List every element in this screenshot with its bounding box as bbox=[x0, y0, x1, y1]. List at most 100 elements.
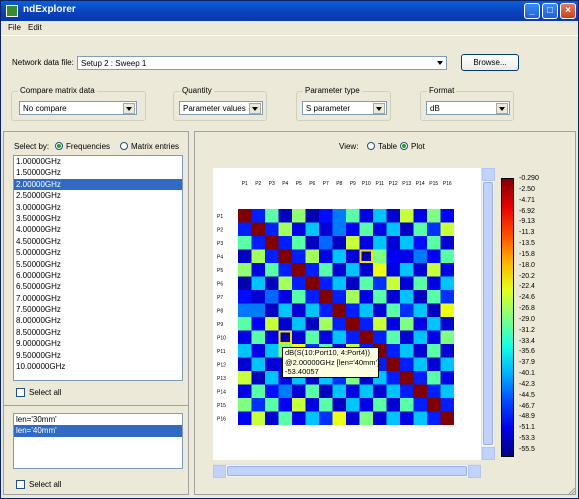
heatmap-cell[interactable] bbox=[238, 249, 252, 264]
frequency-list-item[interactable]: 4.50000GHz bbox=[14, 236, 182, 247]
frequency-list-item[interactable]: 6.00000GHz bbox=[14, 270, 182, 281]
heatmap-cell[interactable] bbox=[238, 209, 252, 223]
heatmap-cell[interactable] bbox=[400, 236, 414, 250]
heatmap-cell[interactable] bbox=[440, 303, 455, 318]
heatmap-cell[interactable] bbox=[238, 263, 252, 277]
heatmap-cell[interactable] bbox=[413, 209, 428, 223]
heatmap-cell[interactable] bbox=[427, 344, 441, 358]
heatmap-cell[interactable] bbox=[413, 303, 428, 318]
variation-list-item[interactable]: len='30mm' bbox=[14, 414, 182, 425]
heatmap-cell[interactable] bbox=[265, 344, 279, 358]
heatmap-cell[interactable] bbox=[400, 276, 414, 291]
heatmap-cell[interactable] bbox=[413, 398, 428, 412]
heatmap-cell[interactable] bbox=[251, 371, 266, 385]
select-all-variations-checkbox[interactable] bbox=[16, 480, 25, 489]
heatmap-cell[interactable] bbox=[440, 344, 455, 358]
heatmap-cell[interactable] bbox=[265, 411, 279, 426]
format-combo[interactable]: dB bbox=[426, 101, 510, 115]
title-bar[interactable]: ndExplorer _ □ × bbox=[1, 1, 578, 21]
heatmap-cell[interactable] bbox=[440, 411, 455, 426]
heatmap-cell[interactable] bbox=[305, 398, 320, 412]
heatmap-cell[interactable] bbox=[440, 290, 455, 304]
heatmap-cell[interactable] bbox=[427, 317, 441, 331]
frequency-list-item[interactable]: 8.00000GHz bbox=[14, 315, 182, 326]
heatmap-cell[interactable] bbox=[400, 263, 414, 277]
heatmap-cell[interactable] bbox=[251, 263, 266, 277]
frequency-list-item[interactable]: 5.00000GHz bbox=[14, 247, 182, 258]
heatmap-cell[interactable] bbox=[251, 411, 266, 426]
heatmap-cell[interactable] bbox=[386, 384, 401, 399]
chevron-down-icon[interactable] bbox=[123, 103, 135, 114]
heatmap-cell[interactable] bbox=[251, 330, 266, 345]
heatmap-cell[interactable] bbox=[386, 411, 401, 426]
heatmap-cell[interactable] bbox=[292, 249, 306, 264]
heatmap-cell[interactable] bbox=[440, 209, 455, 223]
table-radio[interactable] bbox=[367, 142, 375, 150]
heatmap-cell[interactable] bbox=[292, 398, 306, 412]
heatmap-cell[interactable] bbox=[359, 303, 374, 318]
heatmap-cell[interactable] bbox=[427, 263, 441, 277]
heatmap-cell[interactable] bbox=[238, 236, 252, 250]
heatmap-cell[interactable] bbox=[265, 209, 279, 223]
heatmap-cell[interactable] bbox=[238, 330, 252, 345]
menu-edit[interactable]: Edit bbox=[28, 23, 42, 32]
heatmap-cell[interactable] bbox=[440, 357, 455, 372]
heatmap-cell[interactable] bbox=[251, 317, 266, 331]
heatmap-cell[interactable] bbox=[265, 222, 279, 237]
heatmap-cell[interactable] bbox=[332, 290, 347, 304]
heatmap-cell[interactable] bbox=[359, 276, 374, 291]
heatmap-cell[interactable] bbox=[346, 411, 360, 426]
heatmap-cell[interactable] bbox=[305, 249, 320, 264]
heatmap-cell[interactable] bbox=[386, 344, 401, 358]
heatmap-cell[interactable] bbox=[251, 384, 266, 399]
heatmap-cell[interactable] bbox=[346, 303, 360, 318]
heatmap-cell[interactable] bbox=[278, 209, 293, 223]
heatmap-cell[interactable] bbox=[251, 236, 266, 250]
heatmap-cell[interactable] bbox=[413, 236, 428, 250]
heatmap-cell[interactable] bbox=[278, 303, 293, 318]
heatmap-cell[interactable] bbox=[413, 222, 428, 237]
heatmap-cell[interactable] bbox=[359, 317, 374, 331]
heatmap-cell[interactable] bbox=[251, 357, 266, 372]
heatmap-cell[interactable] bbox=[238, 398, 252, 412]
heatmap-cell[interactable] bbox=[319, 398, 333, 412]
heatmap-cell[interactable] bbox=[413, 357, 428, 372]
heatmap-cell[interactable] bbox=[292, 303, 306, 318]
heatmap-cell[interactable] bbox=[386, 290, 401, 304]
heatmap-cell[interactable] bbox=[292, 330, 306, 345]
plot-area[interactable]: P1 P2 P3 P4 P5 P6 P7 P8 P9 P10 P11 P12 P13 P14 P15 P16 P… bbox=[213, 168, 494, 460]
heatmap-cell[interactable] bbox=[305, 263, 320, 277]
heatmap-cell[interactable] bbox=[440, 330, 455, 345]
heatmap-cell[interactable] bbox=[332, 384, 347, 399]
heatmap-cell[interactable] bbox=[373, 330, 387, 345]
heatmap-cell[interactable] bbox=[359, 384, 374, 399]
heatmap-cell[interactable] bbox=[400, 371, 414, 385]
heatmap-cell[interactable] bbox=[400, 209, 414, 223]
heatmap-cell[interactable] bbox=[373, 209, 387, 223]
heatmap-cell[interactable] bbox=[373, 290, 387, 304]
heatmap-cell[interactable] bbox=[265, 303, 279, 318]
heatmap-cell[interactable] bbox=[427, 236, 441, 250]
heatmap-cell[interactable] bbox=[319, 303, 333, 318]
heatmap-cell[interactable] bbox=[319, 236, 333, 250]
heatmap-cell[interactable] bbox=[278, 222, 293, 237]
horizontal-scroll-thumb[interactable] bbox=[227, 466, 467, 476]
heatmap-cell[interactable] bbox=[305, 317, 320, 331]
compare-combo[interactable]: No compare bbox=[19, 101, 137, 115]
chevron-down-icon[interactable] bbox=[373, 103, 385, 114]
heatmap-cell[interactable] bbox=[292, 317, 306, 331]
frequency-list-item[interactable]: 7.00000GHz bbox=[14, 293, 182, 304]
heatmap-cell[interactable] bbox=[319, 222, 333, 237]
heatmap-cell[interactable] bbox=[400, 330, 414, 345]
heatmap-cell[interactable] bbox=[292, 263, 306, 277]
heatmap-cell[interactable] bbox=[251, 222, 266, 237]
frequency-list-item[interactable]: 3.50000GHz bbox=[14, 213, 182, 224]
heatmap-cell[interactable] bbox=[400, 222, 414, 237]
heatmap-cell[interactable] bbox=[440, 249, 455, 264]
heatmap-cell[interactable] bbox=[305, 236, 320, 250]
heatmap-cell[interactable] bbox=[359, 411, 374, 426]
heatmap-cell[interactable] bbox=[346, 398, 360, 412]
heatmap-cell[interactable] bbox=[332, 236, 347, 250]
heatmap-cell[interactable] bbox=[332, 317, 347, 331]
heatmap-cell[interactable] bbox=[251, 344, 266, 358]
